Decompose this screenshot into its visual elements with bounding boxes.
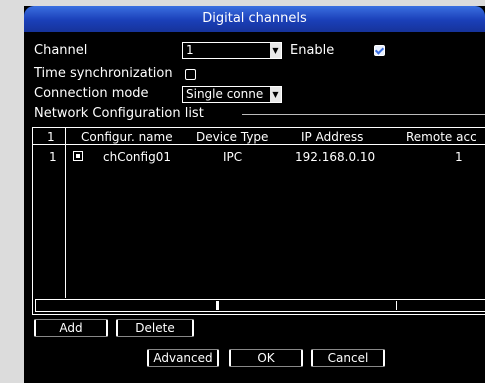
digital-channels-dialog: Digital channels Channel 1 ▼ Enable Time… — [24, 6, 485, 383]
connection-mode-select[interactable]: Single conne ▼ — [182, 86, 282, 103]
enable-label: Enable — [290, 43, 335, 58]
dialog-title: Digital channels — [24, 6, 485, 32]
column-header-ip-address: IP Address — [301, 130, 364, 144]
section-divider — [242, 114, 485, 115]
ok-button[interactable]: OK — [229, 349, 303, 367]
row-ip-address: 192.168.0.10 — [295, 150, 376, 164]
header-divider — [33, 144, 485, 145]
network-config-list-label: Network Configuration list — [34, 106, 204, 121]
cancel-button[interactable]: Cancel — [311, 349, 385, 367]
scrollbar-thumb[interactable] — [216, 301, 219, 310]
chevron-down-icon[interactable]: ▼ — [270, 43, 281, 58]
column-header-index: 1 — [47, 130, 55, 144]
channel-select-value: 1 — [186, 43, 194, 57]
connection-mode-label: Connection mode — [34, 86, 149, 101]
horizontal-scrollbar[interactable] — [35, 299, 485, 312]
chevron-down-icon[interactable]: ▼ — [270, 87, 281, 102]
channel-label: Channel — [34, 43, 88, 58]
column-header-device-type: Device Type — [196, 130, 269, 144]
enable-checkbox[interactable] — [374, 45, 385, 56]
add-button[interactable]: Add — [34, 319, 108, 337]
row-remote: 1 — [455, 150, 463, 164]
column-header-config-name: Configur. name — [81, 130, 173, 144]
time-sync-label: Time synchronization — [34, 66, 173, 81]
connection-mode-value: Single conne — [186, 87, 264, 101]
delete-button[interactable]: Delete — [116, 319, 194, 337]
row-checkbox[interactable] — [73, 151, 83, 161]
column-header-remote: Remote acc — [406, 130, 477, 144]
channel-select[interactable]: 1 ▼ — [182, 42, 282, 59]
scrollbar-mark — [396, 301, 397, 310]
index-column-divider — [65, 128, 66, 298]
network-config-table[interactable]: 1 Configur. name Device Type IP Address … — [32, 127, 485, 315]
advanced-button[interactable]: Advanced — [147, 349, 219, 367]
row-config-name: chConfig01 — [103, 150, 171, 164]
row-device-type: IPC — [223, 150, 243, 164]
row-index: 1 — [49, 150, 57, 164]
time-sync-checkbox[interactable] — [185, 69, 196, 80]
